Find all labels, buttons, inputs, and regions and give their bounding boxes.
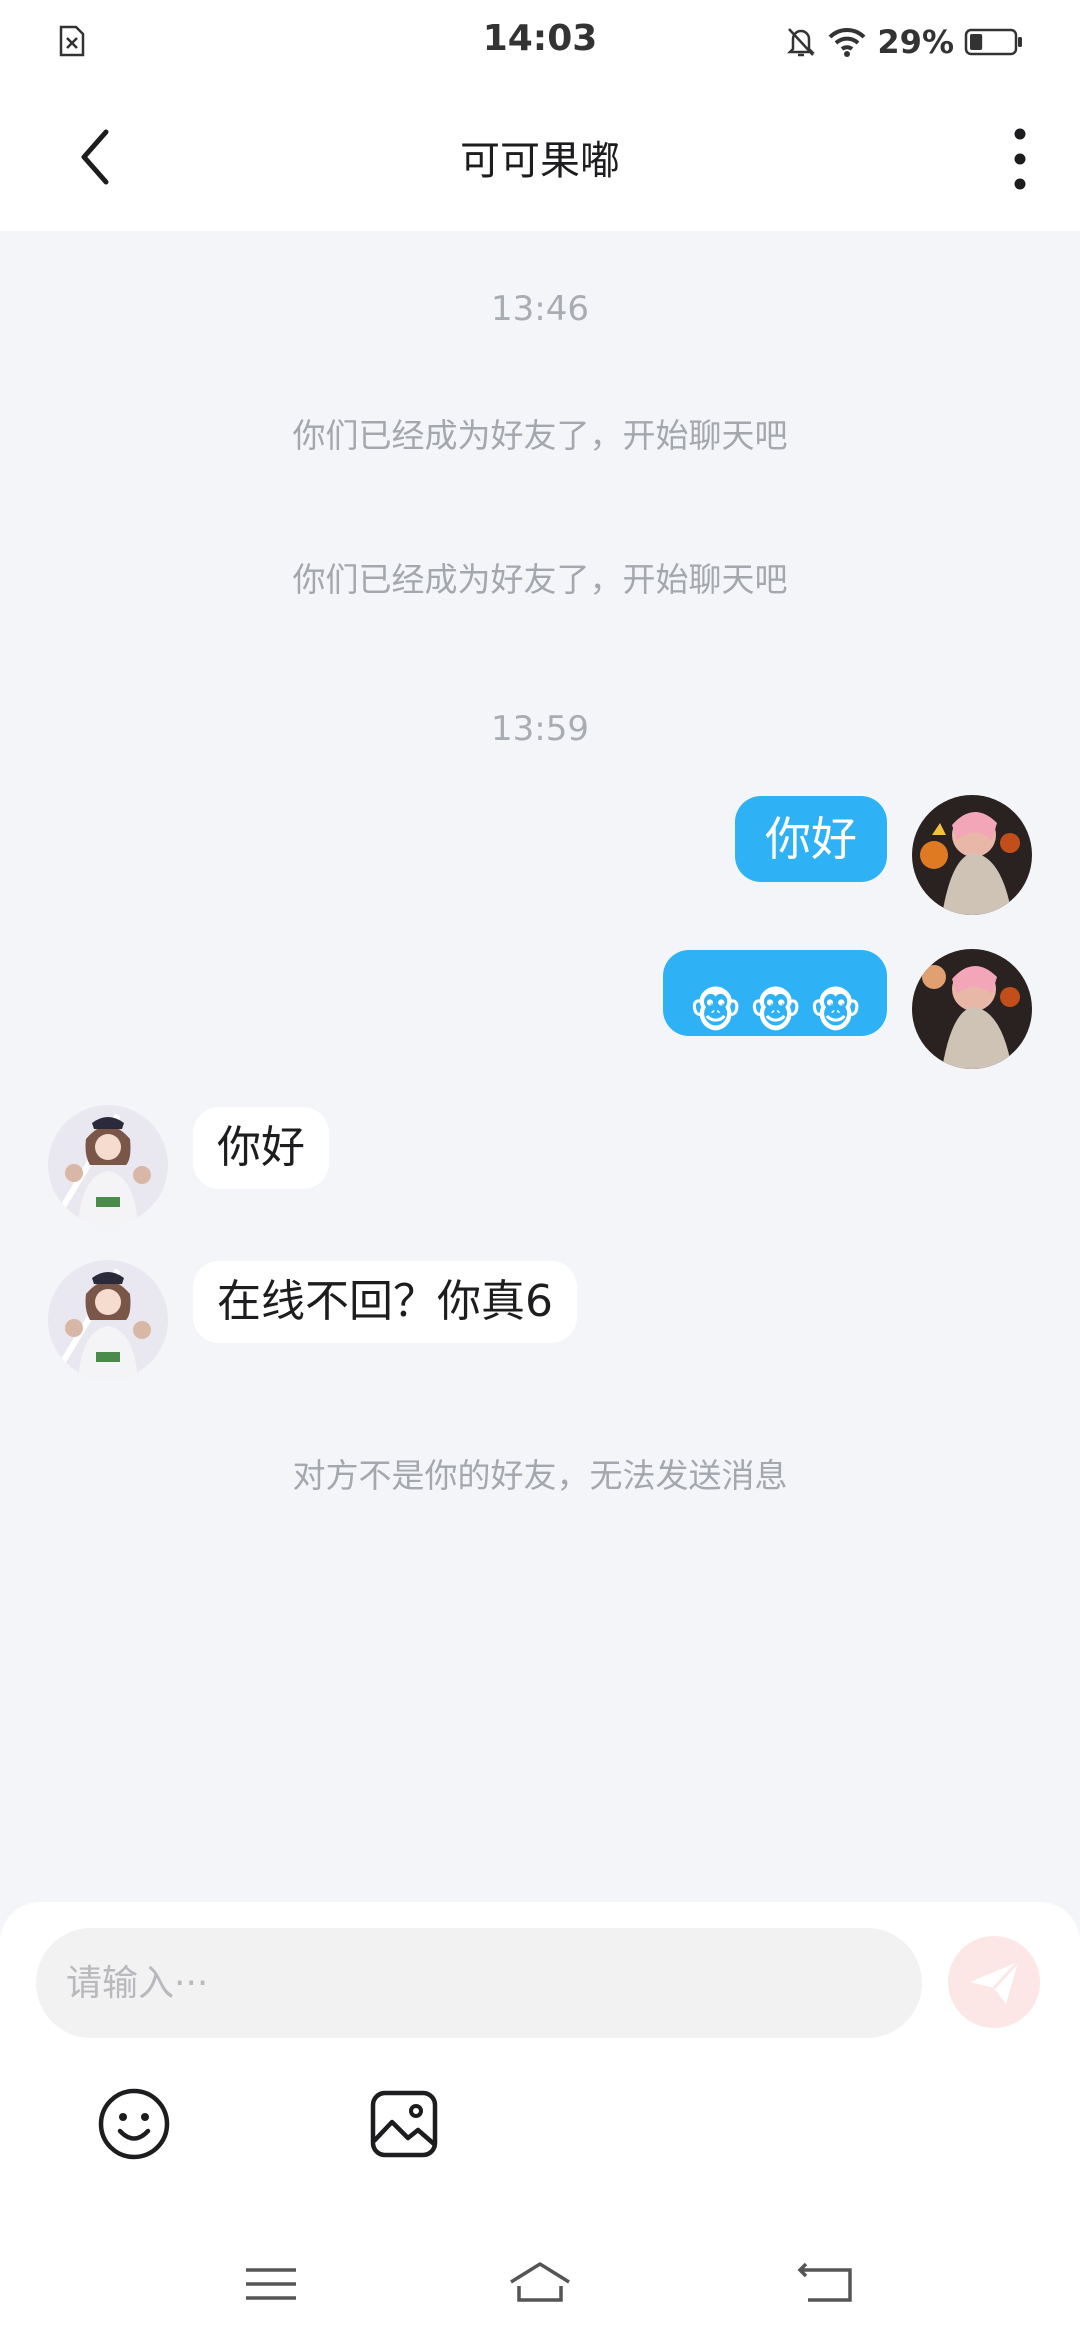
menu-icon[interactable] bbox=[236, 2248, 306, 2318]
incoming-message-bubble[interactable]: 你好 bbox=[193, 1107, 329, 1189]
chat-header: 可可果嘟 bbox=[0, 86, 1080, 231]
message-timestamp: 13:59 bbox=[491, 709, 589, 749]
battery-percent: 29% bbox=[877, 23, 954, 61]
my-avatar[interactable] bbox=[912, 795, 1032, 915]
send-button[interactable] bbox=[948, 1936, 1040, 2028]
message-timestamp: 13:46 bbox=[491, 289, 589, 329]
more-options-button[interactable] bbox=[1000, 124, 1040, 194]
incoming-message-bubble[interactable]: 在线不回？你真6 bbox=[193, 1261, 577, 1343]
outgoing-message-bubble[interactable]: 你好 bbox=[735, 796, 887, 882]
image-icon[interactable] bbox=[366, 2086, 442, 2162]
monkey-emoji: 🐵 bbox=[749, 983, 803, 1038]
system-navigation-bar bbox=[0, 2230, 1080, 2340]
mute-icon bbox=[787, 28, 816, 57]
contact-avatar[interactable] bbox=[48, 1260, 168, 1380]
home-icon[interactable] bbox=[505, 2248, 575, 2318]
wifi-icon bbox=[828, 27, 866, 57]
system-message: 你们已经成为好友了，开始聊天吧 bbox=[292, 416, 788, 455]
status-bar: 14:03 29% bbox=[0, 0, 1080, 86]
back-icon[interactable] bbox=[790, 2248, 860, 2318]
system-message: 你们已经成为好友了，开始聊天吧 bbox=[292, 560, 788, 599]
monkey-emoji: 🐵 bbox=[689, 983, 743, 1038]
status-right-group: 29% bbox=[785, 22, 1024, 62]
outgoing-message-bubble[interactable]: 🐵 🐵 🐵 bbox=[663, 950, 887, 1038]
send-icon bbox=[970, 1960, 1020, 2004]
emoji-icon[interactable] bbox=[96, 2086, 172, 2162]
system-message: 对方不是你的好友，无法发送消息 bbox=[292, 1456, 788, 1495]
monkey-emoji: 🐵 bbox=[809, 983, 863, 1038]
my-avatar[interactable] bbox=[912, 949, 1032, 1069]
message-input[interactable] bbox=[36, 1928, 922, 2038]
battery-icon bbox=[964, 28, 1022, 56]
chat-message-list[interactable]: 13:46 你们已经成为好友了，开始聊天吧 你们已经成为好友了，开始聊天吧 13… bbox=[0, 231, 1080, 1901]
chat-title: 可可果嘟 bbox=[460, 138, 620, 184]
contact-avatar[interactable] bbox=[48, 1105, 168, 1225]
